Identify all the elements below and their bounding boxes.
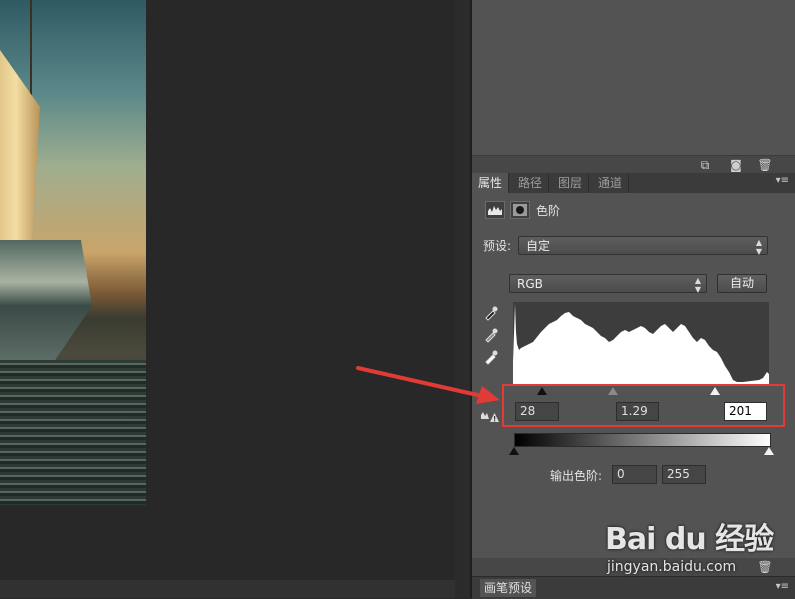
ship-hull [0,240,92,360]
output-black-slider[interactable] [509,447,519,455]
mask-icon[interactable] [510,201,530,219]
output-black-field[interactable]: 0 [612,465,657,484]
tab-paths[interactable]: 路径 [512,173,550,193]
watermark-url: jingyan.baidu.com [607,559,737,575]
properties-tab-bar: 属性 路径 图层 通道 ▾≡ [472,173,795,194]
histogram-plot [513,304,769,384]
watermark-brand: Bai du 经验 [605,522,774,557]
upper-panel [472,0,795,155]
levels-icon [485,201,505,219]
histogram [513,302,769,384]
channel-value: RGB [517,277,543,291]
water-reflection [0,360,146,505]
new-layer-icon[interactable]: ⧉ [697,157,713,173]
select-arrows-icon: ▲ ▼ [694,276,701,294]
preset-label: 预设: [483,239,512,253]
output-levels-label: 输出色阶: [550,469,603,483]
clipping-warning-icon[interactable] [481,409,499,423]
output-gradient-bar [514,433,771,447]
select-arrows-icon: ▲ ▼ [755,238,762,256]
tab-channels[interactable]: 通道 [592,173,630,193]
tab-layers[interactable]: 图层 [552,173,590,193]
eyedropper-black-icon[interactable] [483,305,499,323]
annotation-highlight-box [502,384,785,427]
preset-select[interactable]: 自定 ▲ ▼ [518,236,768,256]
output-white-field[interactable]: 255 [662,465,706,484]
trash-icon[interactable]: 🗑 [757,157,773,173]
tab-properties[interactable]: 属性 [472,173,510,193]
output-white-slider[interactable] [764,447,774,455]
camera-icon[interactable]: ◙ [728,157,744,173]
bottom-panel-menu-icon[interactable]: ▾≡ [776,581,789,592]
panel-menu-icon[interactable]: ▾≡ [776,175,789,186]
canvas-image [0,0,146,505]
auto-button[interactable]: 自动 [717,274,767,293]
preset-value: 自定 [526,239,551,253]
ship-sail [0,50,40,240]
dock-gutter [455,0,470,598]
adjustment-title: 色阶 [536,204,561,218]
upper-panel-footer: ⧉ ◙ 🗑 [472,155,795,174]
channel-select[interactable]: RGB ▲ ▼ [509,274,707,294]
document-status-bar [0,580,455,598]
baidu-watermark: Bai du 经验 jingyan.baidu.com [605,512,795,582]
eyedropper-gray-icon[interactable] [483,327,499,345]
annotation-arrow-icon [356,366,500,404]
tab-brush-presets[interactable]: 画笔预设 [480,579,537,597]
